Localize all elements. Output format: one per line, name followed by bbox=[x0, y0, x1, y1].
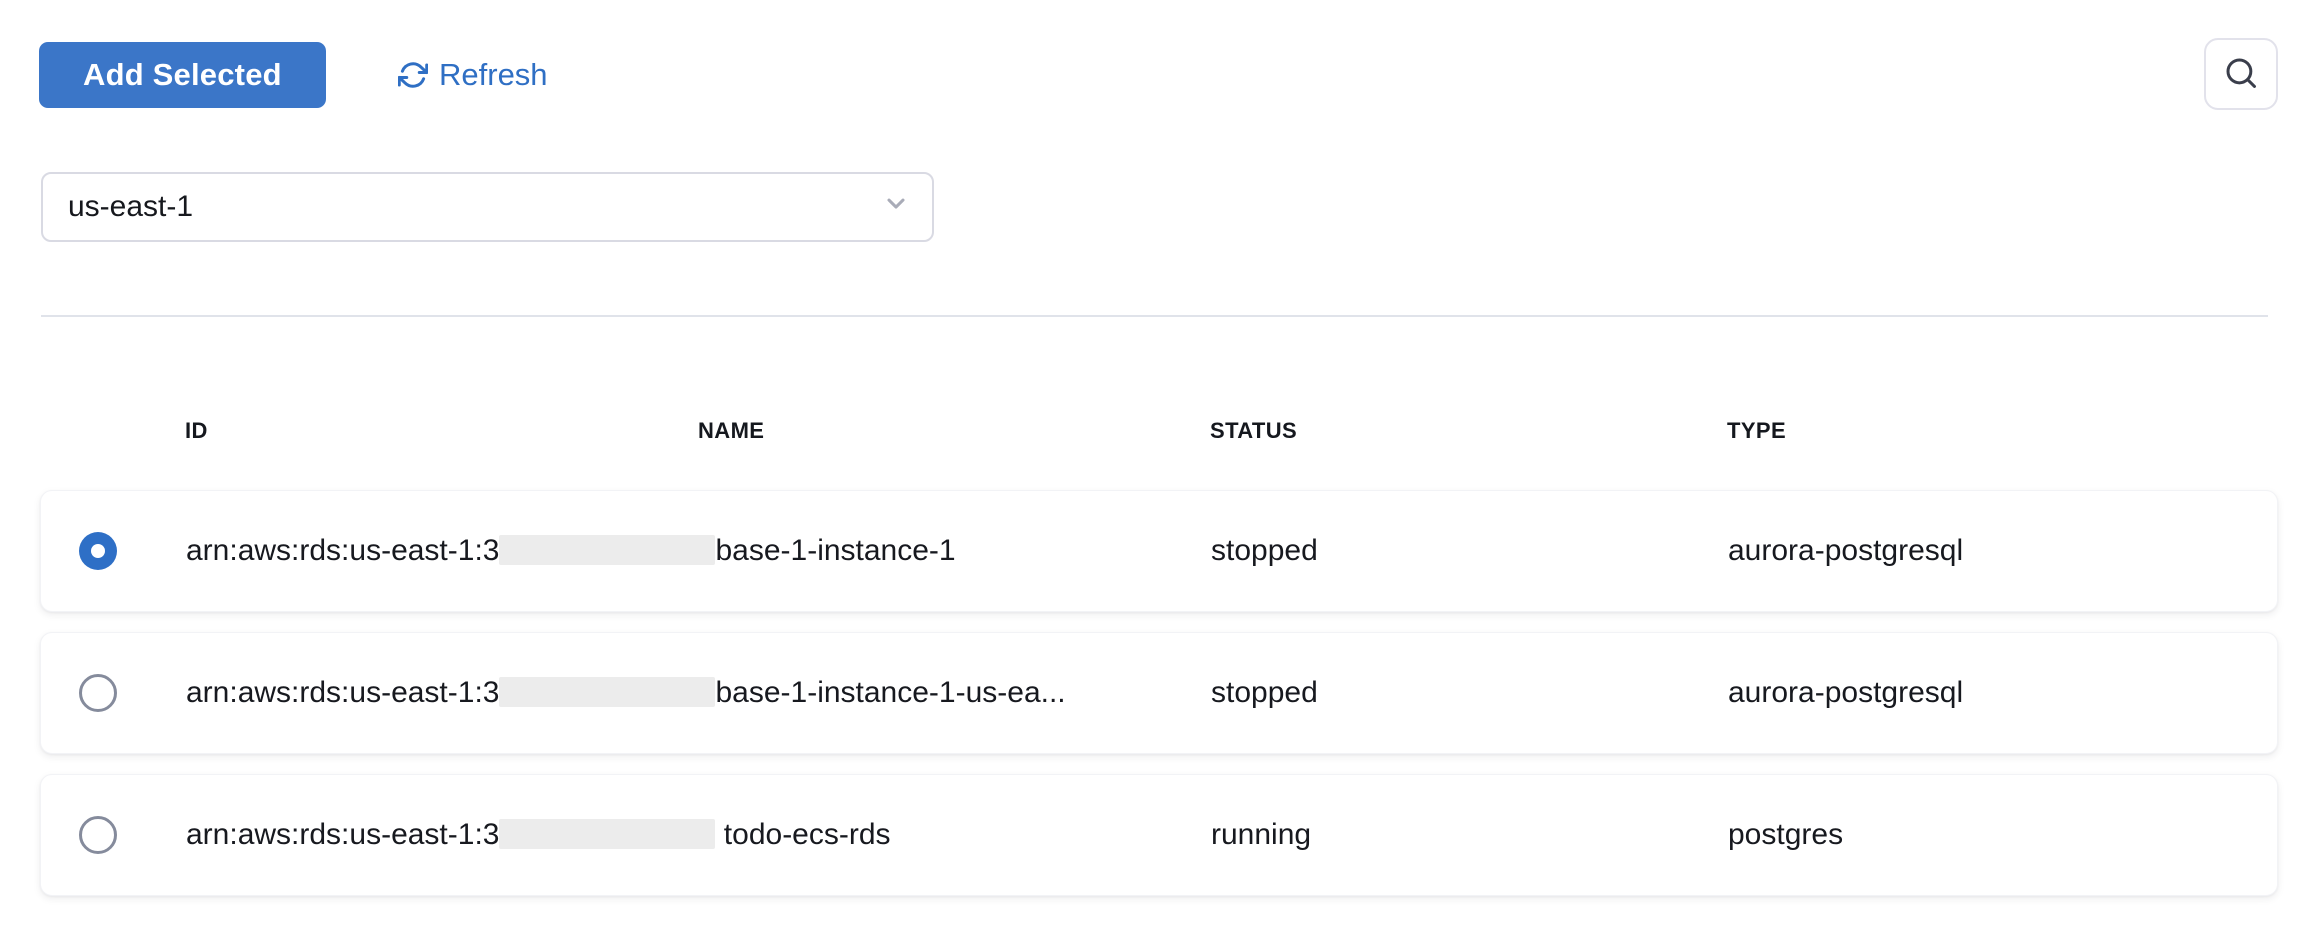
section-divider bbox=[41, 315, 2268, 317]
instance-picker-panel: Add Selected Refresh us-east-1 bbox=[0, 0, 2298, 934]
column-header-id: ID bbox=[185, 418, 208, 444]
search-button[interactable] bbox=[2204, 38, 2278, 110]
row-id: arn:aws:rds:us-east-1:3base-1-instance-1 bbox=[186, 534, 1211, 568]
column-header-type: TYPE bbox=[1727, 418, 1786, 444]
chevron-down-icon bbox=[882, 189, 910, 225]
row-status: running bbox=[1211, 818, 1728, 852]
row-status: stopped bbox=[1211, 676, 1728, 710]
row-radio-cell bbox=[41, 532, 186, 570]
radio-button[interactable] bbox=[79, 674, 117, 712]
refresh-label: Refresh bbox=[439, 57, 548, 93]
add-selected-button[interactable]: Add Selected bbox=[39, 42, 326, 108]
row-radio-cell bbox=[41, 674, 186, 712]
region-select-value: us-east-1 bbox=[68, 190, 193, 224]
redaction-box bbox=[499, 677, 715, 707]
column-header-status: STATUS bbox=[1210, 418, 1297, 444]
row-status: stopped bbox=[1211, 534, 1728, 568]
row-type: postgres bbox=[1728, 818, 2277, 852]
radio-button[interactable] bbox=[79, 816, 117, 854]
radio-button[interactable] bbox=[79, 532, 117, 570]
row-radio-cell bbox=[41, 816, 186, 854]
table-row[interactable]: arn:aws:rds:us-east-1:3 todo-ecs-rds run… bbox=[40, 774, 2278, 896]
row-id: arn:aws:rds:us-east-1:3base-1-instance-1… bbox=[186, 676, 1211, 710]
refresh-button[interactable]: Refresh bbox=[398, 42, 548, 108]
table-row[interactable]: arn:aws:rds:us-east-1:3base-1-instance-1… bbox=[40, 490, 2278, 612]
column-header-name: NAME bbox=[698, 418, 764, 444]
row-id: arn:aws:rds:us-east-1:3 todo-ecs-rds bbox=[186, 818, 1211, 852]
redaction-box bbox=[499, 819, 715, 849]
search-icon bbox=[2222, 54, 2260, 95]
refresh-icon bbox=[398, 60, 428, 90]
row-type: aurora-postgresql bbox=[1728, 534, 2277, 568]
redaction-box bbox=[499, 535, 715, 565]
row-type: aurora-postgresql bbox=[1728, 676, 2277, 710]
table-row[interactable]: arn:aws:rds:us-east-1:3base-1-instance-1… bbox=[40, 632, 2278, 754]
region-select[interactable]: us-east-1 bbox=[41, 172, 934, 242]
